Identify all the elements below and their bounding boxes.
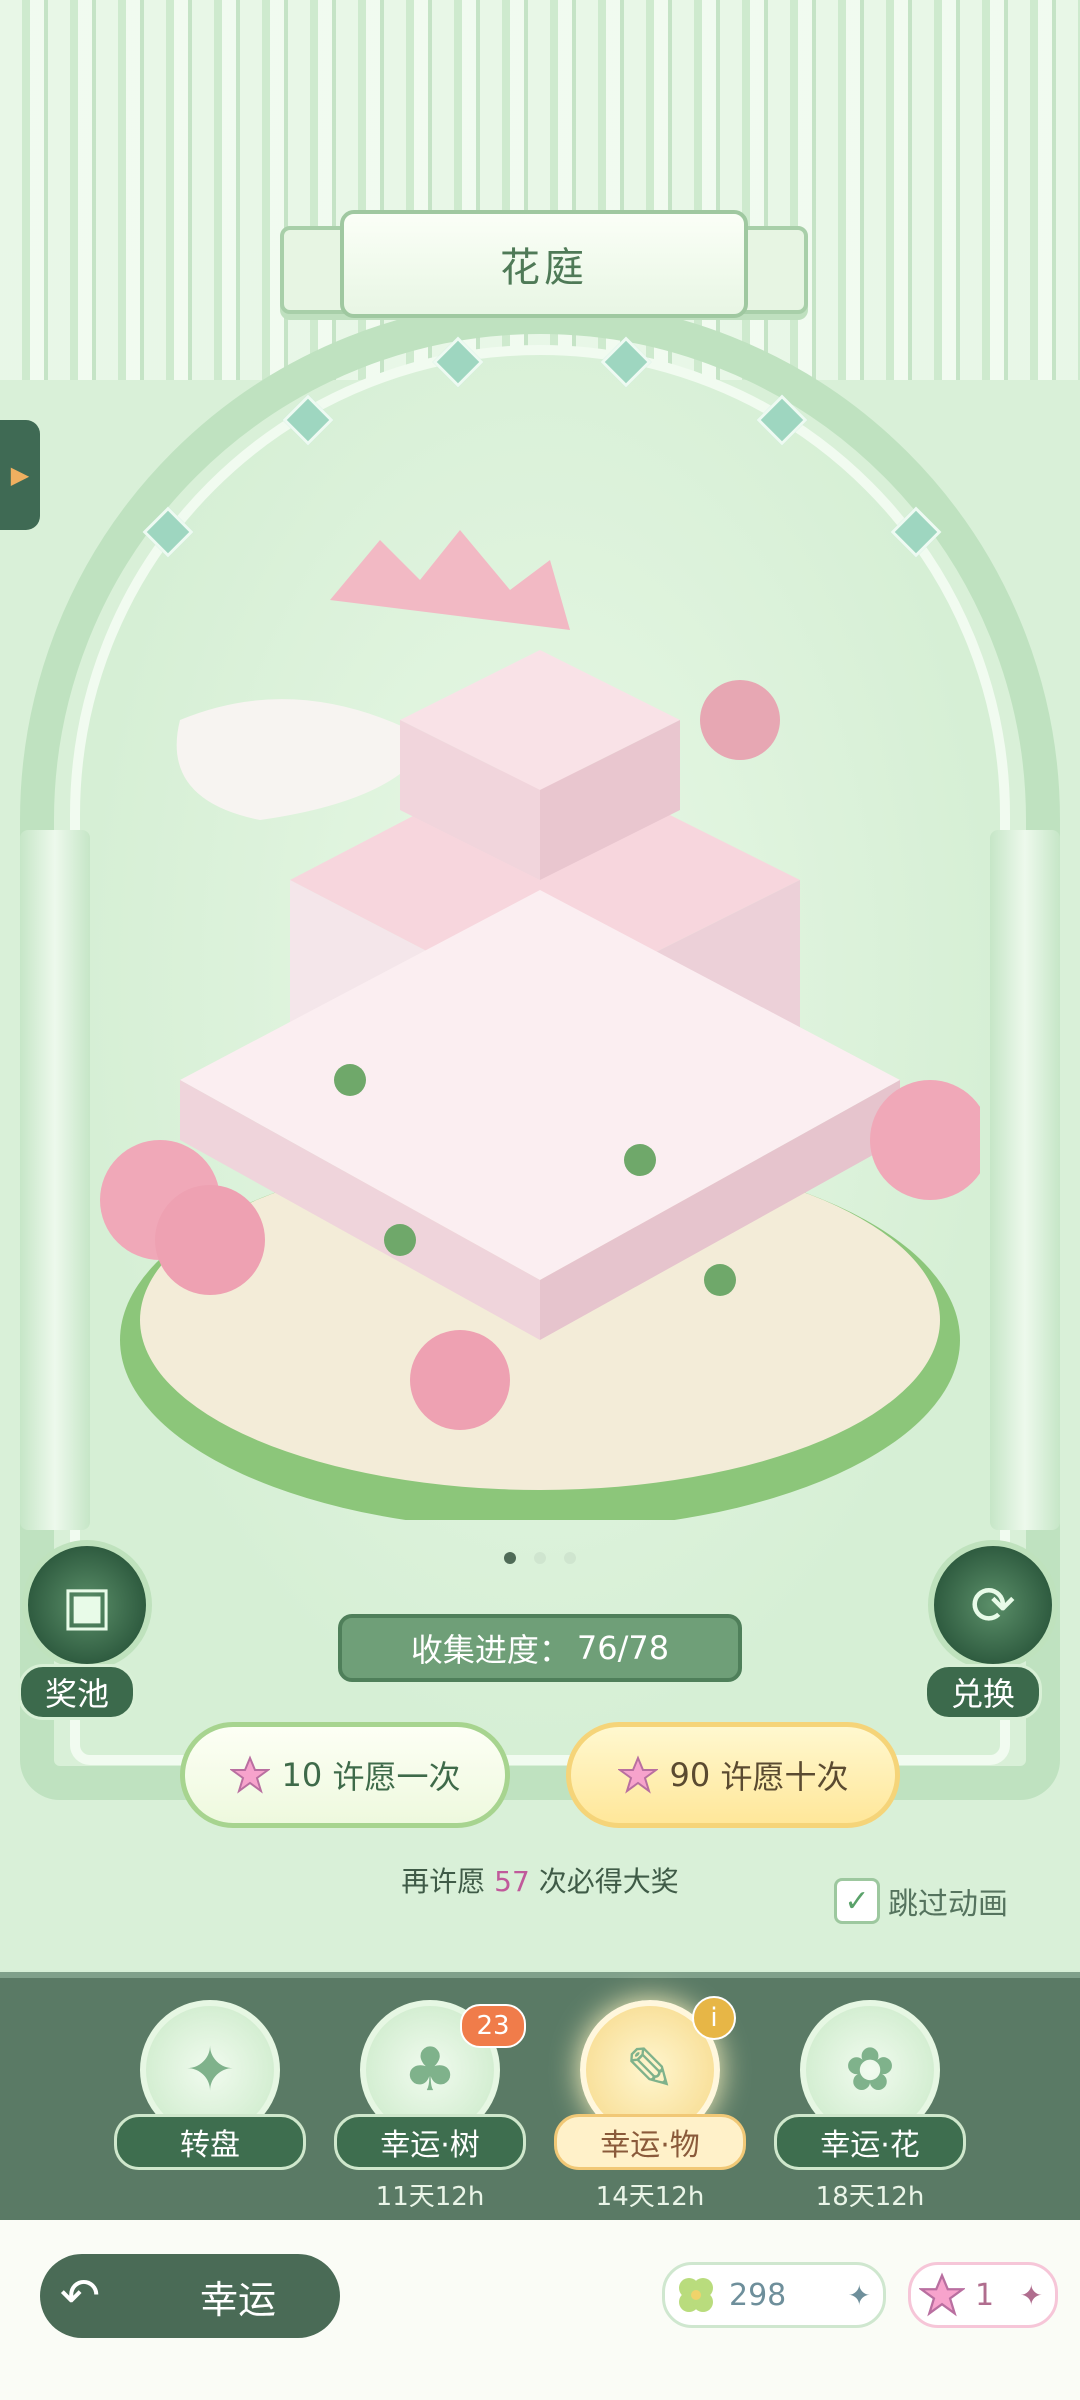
exchange-button[interactable]: ⟳ (928, 1540, 1058, 1670)
guarantee-count: 57 (494, 1865, 530, 1898)
back-label: 幸运 (200, 2277, 277, 2322)
refresh-icon: ⟳ (970, 1573, 1016, 1637)
right-pillar (990, 830, 1060, 1530)
wish-once-label: 许愿一次 (332, 1758, 461, 1796)
checkbox-checked-icon[interactable]: ✓ (834, 1878, 880, 1924)
back-arrow-icon: ↶ (59, 2268, 101, 2324)
collection-progress: 收集进度： 76/78 (338, 1614, 742, 1682)
pager-dot (564, 1552, 576, 1564)
info-icon[interactable]: i (692, 1996, 736, 2040)
wish-ten-label: 许愿十次 (720, 1758, 849, 1796)
exchange-label[interactable]: 兑换 (924, 1664, 1043, 1720)
wish-once-cost: 10 (281, 1756, 323, 1794)
guarantee-prefix: 再许愿 (401, 1865, 486, 1898)
clover-icon (679, 2278, 713, 2312)
pink-star-icon (229, 1755, 270, 1794)
wish-once-button[interactable]: 10 许愿一次 (180, 1722, 510, 1828)
pink-star-icon (919, 2272, 965, 2317)
page-title: 花庭 (500, 245, 588, 291)
pager-dot (534, 1552, 546, 1564)
skip-animation-label: 跳过动画 (888, 1887, 1008, 1922)
progress-value: 76/78 (576, 1629, 670, 1667)
tab-label: 转盘 (114, 2114, 306, 2170)
clover-amount: 298 (729, 2277, 787, 2313)
guarantee-suffix: 次必得大奖 (538, 1865, 679, 1898)
tab-lucky-flower[interactable]: ✿ 幸运·花 18天12h (770, 2000, 970, 2213)
star-currency[interactable]: 1 ✦ (908, 2262, 1058, 2328)
tab-label: 幸运·树 (334, 2114, 526, 2170)
clover-currency[interactable]: 298 ✦ (662, 2262, 886, 2328)
tab-time: 18天12h (815, 2182, 925, 2212)
pink-star-icon (617, 1755, 658, 1794)
progress-label: 收集进度： (410, 1631, 571, 1669)
notification-badge: 23 (460, 2004, 526, 2048)
tab-label: 幸运·花 (774, 2114, 966, 2170)
arrow-right-icon: ▶ (10, 461, 30, 489)
pager-dot-active (504, 1552, 516, 1564)
garden-diorama-image (100, 530, 980, 1520)
tab-time: 11天12h (375, 2182, 485, 2212)
star-amount: 1 (975, 2277, 995, 2313)
prize-pool-label[interactable]: 奖池 (18, 1664, 137, 1720)
prize-pool-button[interactable]: ▣ (22, 1540, 152, 1670)
title-plate: 花庭 (340, 210, 748, 318)
add-icon[interactable]: ✦ (1020, 2279, 1043, 2312)
side-expand-tab[interactable]: ▶ (0, 420, 40, 530)
tab-time: 14天12h (595, 2182, 705, 2212)
back-button[interactable]: ↶ 幸运 (40, 2254, 340, 2338)
gift-box-icon: ▣ (61, 1573, 113, 1637)
tab-wheel[interactable]: ✦ 转盘 (110, 2000, 310, 2176)
left-pillar (20, 830, 90, 1530)
wish-ten-cost: 90 (669, 1756, 711, 1794)
skip-animation-toggle[interactable]: ✓ 跳过动画 (834, 1878, 1008, 1924)
add-icon[interactable]: ✦ (848, 2279, 871, 2312)
wish-ten-button[interactable]: 90 许愿十次 (566, 1722, 900, 1828)
tab-label: 幸运·物 (554, 2114, 746, 2170)
